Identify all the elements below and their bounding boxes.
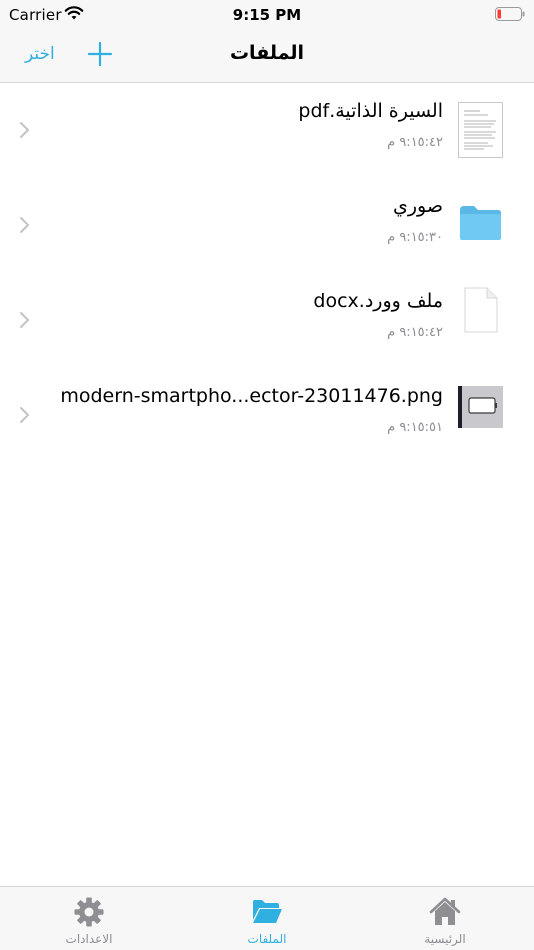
file-list: السيرة الذاتية.pdf ٩:١٥:٤٢ م صوري ٩:١٥:٣…: [0, 83, 534, 463]
home-icon: [429, 897, 461, 925]
chevron-left-icon: [20, 312, 29, 328]
tab-files[interactable]: الملفات: [217, 887, 317, 950]
file-row-folder[interactable]: صوري ٩:١٥:٣٠ م: [0, 178, 534, 273]
tab-home[interactable]: الرئيسية: [395, 887, 495, 950]
file-row-docx[interactable]: ملف وورد.docx ٩:١٥:٤٢ م: [0, 273, 534, 368]
tab-label: الرئيسية: [424, 932, 466, 946]
page-title: الملفات: [229, 42, 305, 64]
image-thumbnail: [458, 386, 503, 428]
file-time: ٩:١٥:٤٢ م: [387, 135, 443, 150]
folder-open-icon: [253, 900, 282, 923]
chevron-left-icon: [20, 407, 29, 423]
file-row-pdf[interactable]: السيرة الذاتية.pdf ٩:١٥:٤٢ م: [0, 83, 534, 178]
file-name: modern-smartpho...ector-23011476.png: [60, 385, 443, 407]
battery-icon: [495, 7, 525, 21]
tab-bar: الاعدادات الملفات الرئيسية: [0, 886, 534, 950]
file-time: ٩:١٥:٤٢ م: [387, 325, 443, 340]
tab-label: الاعدادات: [65, 932, 113, 946]
status-bar: Carrier 9:15 PM: [0, 0, 534, 30]
file-name: صوري: [393, 195, 443, 217]
file-time: ٩:١٥:٣٠ م: [387, 230, 443, 245]
tab-label: الملفات: [247, 932, 287, 946]
file-time: ٩:١٥:٥١ م: [387, 420, 443, 435]
folder-icon: [460, 206, 501, 240]
document-icon: [464, 287, 498, 333]
tab-settings[interactable]: الاعدادات: [39, 887, 139, 950]
chevron-left-icon: [20, 217, 29, 233]
file-name: ملف وورد.docx: [313, 290, 443, 312]
gear-icon: [74, 897, 104, 927]
pdf-thumbnail: [458, 102, 503, 158]
chevron-left-icon: [20, 122, 29, 138]
file-name: السيرة الذاتية.pdf: [298, 100, 443, 122]
file-row-png[interactable]: modern-smartpho...ector-23011476.png ٩:١…: [0, 368, 534, 463]
navigation-bar: اختر الملفات: [0, 30, 534, 83]
status-time: 9:15 PM: [232, 6, 302, 24]
